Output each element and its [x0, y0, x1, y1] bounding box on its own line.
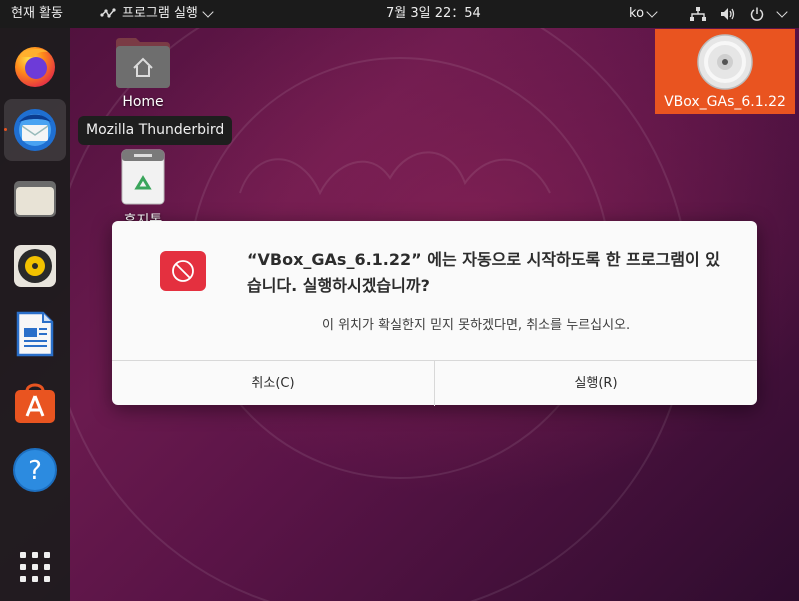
- chevron-down-icon: [776, 6, 788, 18]
- desktop-home-icon[interactable]: Home: [104, 36, 182, 110]
- rhythmbox-icon: [14, 245, 56, 287]
- desktop-trash-icon[interactable]: 휴지통: [104, 148, 182, 230]
- clock[interactable]: 7월 3일 22：54: [386, 0, 481, 28]
- dock-help[interactable]: ?: [4, 439, 66, 501]
- dialog-message: 이 위치가 확실한지 믿지 못하겠다면, 취소를 누르십시오.: [322, 318, 631, 333]
- system-tray[interactable]: [690, 0, 788, 28]
- dialog-title: “VBox_GAs_6.1.22” 에는 자동으로 시작하도록 한 프로그램이 …: [247, 250, 721, 295]
- chevron-down-icon: [646, 6, 658, 18]
- writer-icon: [16, 311, 54, 357]
- prohibited-icon: [160, 251, 206, 291]
- svg-text:?: ?: [28, 456, 42, 486]
- thunderbird-icon: [14, 109, 56, 151]
- dialog-button-row: 취소(C) 실행(R): [112, 360, 757, 406]
- autorun-dialog: “VBox_GAs_6.1.22” 에는 자동으로 시작하도록 한 프로그램이 …: [112, 221, 757, 406]
- volume-icon: [721, 8, 735, 20]
- network-icon: [690, 7, 706, 21]
- firefox-icon: [15, 47, 55, 87]
- top-bar: 현재 활동 프로그램 실행 7월 3일 22：54 ko: [0, 0, 799, 28]
- help-icon: ?: [13, 448, 57, 492]
- input-language-indicator[interactable]: ko: [629, 0, 658, 28]
- language-label: ko: [629, 6, 645, 21]
- home-folder-icon: [116, 38, 170, 88]
- app-menu-icon: [100, 8, 116, 18]
- desktop-vbox-cd-icon[interactable]: VBox_GAs_6.1.22: [655, 29, 795, 114]
- dock-rhythmbox[interactable]: [4, 235, 66, 297]
- vbox-label: VBox_GAs_6.1.22: [664, 94, 786, 110]
- software-icon: [15, 383, 55, 423]
- cd-rom-icon: [697, 34, 753, 90]
- dock-tooltip: Mozilla Thunderbird: [78, 116, 233, 145]
- trash-icon: [121, 149, 165, 205]
- dock-software[interactable]: [4, 371, 66, 433]
- home-label: Home: [122, 94, 164, 110]
- power-icon: [750, 7, 764, 21]
- activities-button[interactable]: 현재 활동: [11, 0, 63, 28]
- dock: ?: [0, 28, 70, 601]
- chevron-down-icon: [202, 6, 214, 18]
- files-icon: [14, 181, 56, 217]
- dock-files[interactable]: [4, 167, 66, 229]
- dock-show-applications[interactable]: [4, 536, 66, 598]
- app-grid-icon: [20, 552, 50, 582]
- run-button[interactable]: 실행(R): [434, 361, 757, 406]
- cancel-button[interactable]: 취소(C): [112, 361, 434, 406]
- running-indicator: [4, 128, 7, 131]
- dock-firefox[interactable]: [4, 35, 66, 97]
- dock-writer[interactable]: [4, 303, 66, 365]
- dock-thunderbird[interactable]: [4, 99, 66, 161]
- app-menu-label: 프로그램 실행: [122, 6, 198, 21]
- app-menu[interactable]: 프로그램 실행: [100, 0, 214, 28]
